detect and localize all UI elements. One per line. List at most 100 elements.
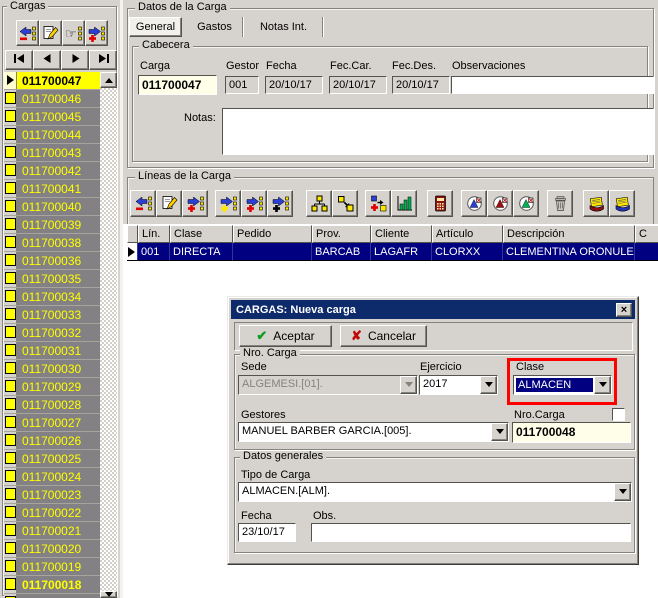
report-blue-button[interactable] — [609, 190, 635, 217]
nueva-carga-dialog: CARGAS: Nueva carga × ✔ Aceptar ✘ Cancel… — [227, 296, 639, 565]
fec-des-field[interactable]: 20/10/17 — [392, 76, 450, 94]
cargas-list-item[interactable]: 011700028 — [4, 396, 100, 414]
carga-number: 011700039 — [17, 216, 100, 233]
cargas-list-item[interactable]: 011700023 — [4, 486, 100, 504]
cargas-list-item[interactable]: 011700038 — [4, 234, 100, 252]
ejercicio-combobox[interactable]: 2017 — [419, 375, 498, 395]
line-insert-a-button[interactable] — [215, 190, 241, 217]
cargas-list-item[interactable]: 011700043 — [4, 144, 100, 162]
dialog-obs-field[interactable] — [311, 523, 631, 542]
dialog-titlebar[interactable]: CARGAS: Nueva carga × — [231, 300, 635, 319]
nav-prev-button[interactable] — [33, 50, 61, 70]
cargas-list-item[interactable]: 011700041 — [4, 180, 100, 198]
line-remove-button[interactable] — [130, 190, 156, 217]
sede-combobox[interactable]: ALGEMESI.[01]. — [238, 375, 418, 395]
column-header[interactable]: Cliente — [371, 225, 432, 243]
cargas-list-item[interactable]: 011700025 — [4, 450, 100, 468]
column-header[interactable]: Clase — [170, 225, 233, 243]
cancelar-button[interactable]: ✘ Cancelar — [340, 325, 427, 347]
table-row[interactable]: 001DIRECTABARCABLAGAFRCLORXXCLEMENTINA O… — [127, 243, 658, 261]
cargas-list-item[interactable]: 011700031 — [4, 342, 100, 360]
cargas-list-item[interactable]: 011700047 — [4, 72, 100, 90]
dialog-fecha-field[interactable]: 23/10/17 — [238, 523, 296, 542]
cargas-list-item[interactable]: 011700036 — [4, 252, 100, 270]
cargas-list-item[interactable]: 011700024 — [4, 468, 100, 486]
stats-green-button[interactable] — [513, 190, 539, 217]
carga-number: 011700041 — [17, 180, 100, 197]
carga-number: 011700031 — [17, 342, 100, 359]
stats-red-button[interactable] — [487, 190, 513, 217]
cargas-list-item[interactable]: 011700033 — [4, 306, 100, 324]
cargas-list-item[interactable]: 011700026 — [4, 432, 100, 450]
aceptar-button[interactable]: ✔ Aceptar — [239, 325, 332, 347]
column-header[interactable]: Pedido — [233, 225, 312, 243]
cargas-list-item[interactable]: 011700027 — [4, 414, 100, 432]
nav-last-button[interactable] — [89, 50, 117, 70]
cargas-list-item[interactable]: 011700019 — [4, 558, 100, 576]
dropdown-button[interactable] — [614, 483, 631, 501]
cargas-list-item[interactable]: 011700034 — [4, 288, 100, 306]
nro-carga-checkbox[interactable] — [612, 408, 625, 421]
cargas-list-item[interactable]: 011700046 — [4, 90, 100, 108]
cargas-list-item[interactable]: 011700018 — [4, 576, 100, 594]
notas-textarea[interactable] — [222, 108, 654, 155]
fecha-field[interactable]: 20/10/17 — [265, 76, 323, 94]
nav-next-button[interactable] — [61, 50, 89, 70]
cargas-list-item[interactable]: 011700035 — [4, 270, 100, 288]
column-header[interactable]: Artículo — [432, 225, 503, 243]
column-header[interactable]: Descripción — [503, 225, 635, 243]
cargas-list-item[interactable]: 011700020 — [4, 540, 100, 558]
nav-first-button[interactable] — [5, 50, 33, 70]
scroll-up-button[interactable] — [100, 72, 117, 88]
line-chart-button[interactable] — [391, 190, 417, 217]
record-remove-button[interactable] — [16, 20, 39, 46]
dropdown-button[interactable] — [491, 423, 508, 441]
stats-blue-button[interactable] — [461, 190, 487, 217]
line-transfer-button[interactable] — [365, 190, 391, 217]
cargas-list-item-partial[interactable] — [4, 594, 100, 598]
scroll-down-button[interactable] — [100, 591, 117, 598]
line-move-button[interactable] — [332, 190, 358, 217]
carga-field[interactable]: 011700047 — [138, 75, 217, 95]
line-insert-c-button[interactable] — [267, 190, 293, 217]
cargas-list-scrollbar[interactable] — [100, 72, 117, 598]
record-edit-button[interactable] — [39, 20, 62, 46]
observaciones-field[interactable] — [451, 76, 654, 94]
cargas-list-item[interactable]: 011700044 — [4, 126, 100, 144]
cargas-list-item[interactable]: 011700022 — [4, 504, 100, 522]
cargas-list-item[interactable]: 011700030 — [4, 360, 100, 378]
tab-general[interactable]: General — [129, 17, 182, 37]
tab-notas-int[interactable]: Notas Int. — [247, 17, 320, 37]
dropdown-button[interactable] — [480, 376, 497, 394]
lines-hierarchy-button[interactable] — [306, 190, 332, 217]
line-edit-button[interactable] — [156, 190, 182, 217]
cargas-list-item[interactable]: 011700042 — [4, 162, 100, 180]
record-add-button[interactable] — [85, 20, 108, 46]
gestores-combobox[interactable]: MANUEL BARBER GARCIA.[005]. — [238, 422, 509, 442]
close-button[interactable]: × — [616, 303, 632, 317]
nro-carga-field[interactable]: 011700048 — [512, 422, 631, 443]
record-square-icon — [5, 344, 16, 356]
calculator-button[interactable] — [427, 190, 453, 217]
gestor-field[interactable]: 001 — [225, 76, 259, 94]
delete-all-lines-button[interactable] — [547, 190, 573, 217]
tab-gastos[interactable]: Gastos — [187, 17, 242, 37]
column-header[interactable]: Lín. — [138, 225, 170, 243]
cargas-list-item[interactable]: 011700039 — [4, 216, 100, 234]
report-red-button[interactable] — [583, 190, 609, 217]
record-square-icon — [5, 254, 16, 266]
cargas-list-item[interactable]: 011700045 — [4, 108, 100, 126]
dropdown-button[interactable] — [400, 376, 417, 394]
tipo-carga-combobox[interactable]: ALMACEN.[ALM]. — [238, 482, 632, 502]
cargas-list-item[interactable]: 011700032 — [4, 324, 100, 342]
line-insert-b-button[interactable] — [241, 190, 267, 217]
column-header[interactable]: C — [635, 225, 658, 243]
cargas-list-item[interactable]: 011700021 — [4, 522, 100, 540]
cargas-list-item[interactable]: 011700029 — [4, 378, 100, 396]
column-header[interactable]: Prov. — [312, 225, 371, 243]
line-add-button[interactable] — [182, 190, 208, 217]
record-select-button[interactable]: ☞ — [62, 20, 85, 46]
fec-car-field[interactable]: 20/10/17 — [329, 76, 387, 94]
cargas-list-item[interactable]: 011700040 — [4, 198, 100, 216]
scrollbar-track[interactable] — [100, 88, 117, 591]
